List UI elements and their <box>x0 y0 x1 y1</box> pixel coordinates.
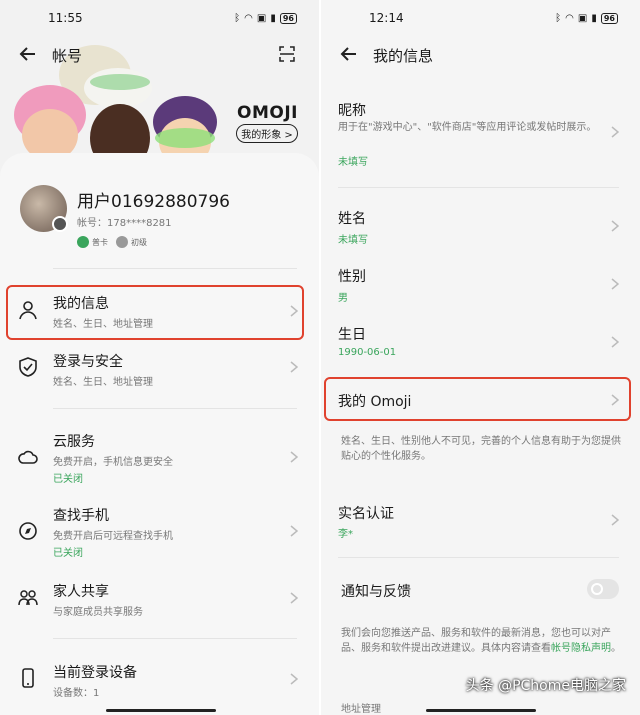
chevron-right-icon <box>611 126 619 138</box>
login-security-label: 登录与安全 <box>53 354 123 370</box>
realname-item[interactable]: 实名认证 李* <box>321 500 640 546</box>
signal-icon: ▮ <box>270 12 276 24</box>
family-share-sub: 与家庭成员共享服务 <box>53 607 143 618</box>
chevron-right-icon <box>611 220 619 232</box>
level-badge[interactable]: 初级 <box>116 235 147 249</box>
address-header[interactable]: 地址管理 <box>341 702 381 715</box>
family-share-label: 家人共享 <box>53 584 109 600</box>
find-phone-label: 查找手机 <box>53 508 109 524</box>
notify-toggle[interactable] <box>587 579 619 599</box>
name-value: 未填写 <box>338 235 368 246</box>
family-icon <box>18 590 38 606</box>
chevron-right-icon <box>290 525 298 537</box>
status-icons: ᛒ ◠ ▣ ▮ 96 <box>555 12 618 24</box>
watermark: 头条 @PChome电脑之家 <box>465 678 626 694</box>
user-account: 帐号：178****8281 <box>77 218 172 229</box>
my-omoji-button[interactable]: 我的形象 > <box>236 124 298 143</box>
status-icons: ᛒ ◠ ▣ ▮ 96 <box>234 12 297 24</box>
compass-icon <box>19 522 37 540</box>
realname-label: 实名认证 <box>338 506 394 522</box>
home-indicator[interactable] <box>426 709 536 712</box>
birthday-label: 生日 <box>338 327 366 343</box>
family-share-item[interactable]: 家人共享 与家庭成员共享服务 <box>0 575 319 623</box>
login-security-item[interactable]: 登录与安全 姓名、生日、地址管理 <box>0 345 319 399</box>
page-title: 帐号 <box>52 47 83 65</box>
member-badge[interactable]: 普卡 <box>77 235 108 249</box>
login-devices-label: 当前登录设备 <box>53 665 137 681</box>
privacy-note: 姓名、生日、性别他人不可见，完善的个人信息有助于为您提供贴心的个性化服务。 <box>341 436 621 462</box>
home-indicator[interactable] <box>106 709 216 712</box>
my-info-screen: 12:14 ᛒ ◠ ▣ ▮ 96 我的信息 昵称 用于在"游戏中心"、"软件商店… <box>321 0 640 715</box>
birthday-item[interactable]: 生日 1990-06-01 <box>321 320 640 366</box>
chevron-right-icon <box>290 673 298 685</box>
chevron-right-icon <box>290 592 298 604</box>
nickname-item[interactable]: 昵称 用于在"游戏中心"、"软件商店"等应用评论或发帖时展示。 未填写 <box>321 96 640 172</box>
privacy-link[interactable]: 帐号隐私声明 <box>551 643 611 654</box>
gender-item[interactable]: 性别 男 <box>321 262 640 308</box>
bluetooth-icon: ᛒ <box>555 12 562 24</box>
shield-check-icon <box>19 357 37 377</box>
omoji-logo: OMOJI <box>237 103 298 123</box>
status-time: 11:55 <box>48 11 83 25</box>
find-phone-status: 已关闭 <box>53 548 83 559</box>
login-devices-item[interactable]: 当前登录设备 设备数：1 <box>0 656 319 704</box>
gender-value: 男 <box>338 293 348 304</box>
highlight-box <box>324 377 631 421</box>
divider <box>53 638 297 639</box>
edit-avatar-icon[interactable] <box>52 216 68 232</box>
page-title: 我的信息 <box>373 47 434 65</box>
chevron-right-icon <box>611 514 619 526</box>
battery-icon: 96 <box>279 12 297 24</box>
name-item[interactable]: 姓名 未填写 <box>321 204 640 250</box>
status-time: 12:14 <box>369 11 404 25</box>
nickname-label: 昵称 <box>338 103 366 119</box>
status-bar: 12:14 ᛒ ◠ ▣ ▮ 96 <box>321 0 640 36</box>
birthday-value: 1990-06-01 <box>338 347 397 358</box>
account-screen: 11:55 ᛒ ◠ ▣ ▮ 96 帐号 OMOJI 我的形象 > 用户01692… <box>0 0 319 715</box>
hd-icon: ▣ <box>256 12 267 24</box>
divider <box>53 268 297 269</box>
chevron-right-icon <box>290 361 298 373</box>
name-label: 姓名 <box>338 211 366 227</box>
cloud-service-sub: 免费开启，手机信息更安全 <box>53 457 173 468</box>
notify-label: 通知与反馈 <box>341 584 411 600</box>
cloud-service-item[interactable]: 云服务 免费开启，手机信息更安全 已关闭 <box>0 425 319 489</box>
level-badge-label: 初级 <box>131 237 147 247</box>
nickname-desc: 用于在"游戏中心"、"软件商店"等应用评论或发帖时展示。 <box>338 122 597 133</box>
battery-icon: 96 <box>600 12 618 24</box>
hd-icon: ▣ <box>577 12 588 24</box>
gender-label: 性别 <box>338 269 366 285</box>
phone-icon <box>22 668 34 688</box>
back-arrow-icon[interactable] <box>339 44 359 64</box>
divider <box>338 187 619 188</box>
chevron-right-icon <box>611 278 619 290</box>
divider <box>338 557 619 558</box>
nickname-value: 未填写 <box>338 157 368 168</box>
level-shield-icon <box>116 236 128 248</box>
chevron-right-icon <box>611 336 619 348</box>
cloud-service-status: 已关闭 <box>53 474 83 485</box>
cloud-service-label: 云服务 <box>53 434 95 450</box>
notify-note-end: 。 <box>611 643 621 654</box>
highlight-box <box>6 285 304 340</box>
wifi-icon: ◠ <box>244 12 253 24</box>
divider <box>53 408 297 409</box>
signal-icon: ▮ <box>591 12 597 24</box>
wifi-icon: ◠ <box>565 12 574 24</box>
cloud-icon <box>18 450 38 464</box>
chevron-right-icon <box>290 451 298 463</box>
bluetooth-icon: ᛒ <box>234 12 241 24</box>
realname-value: 李* <box>338 529 353 540</box>
member-card-icon <box>77 236 89 248</box>
login-security-sub: 姓名、生日、地址管理 <box>53 377 153 388</box>
back-arrow-icon[interactable] <box>18 44 38 64</box>
scan-icon[interactable] <box>279 46 295 62</box>
find-phone-sub: 免费开启后可远程查找手机 <box>53 531 173 542</box>
notify-note: 我们会向您推送产品、服务和软件的最新消息，您也可以对产品、服务和软件提出改进建议… <box>341 626 623 656</box>
login-devices-sub: 设备数：1 <box>53 688 100 699</box>
member-badge-label: 普卡 <box>92 237 108 247</box>
user-name: 用户01692880796 <box>77 192 230 212</box>
find-phone-item[interactable]: 查找手机 免费开启后可远程查找手机 已关闭 <box>0 499 319 563</box>
